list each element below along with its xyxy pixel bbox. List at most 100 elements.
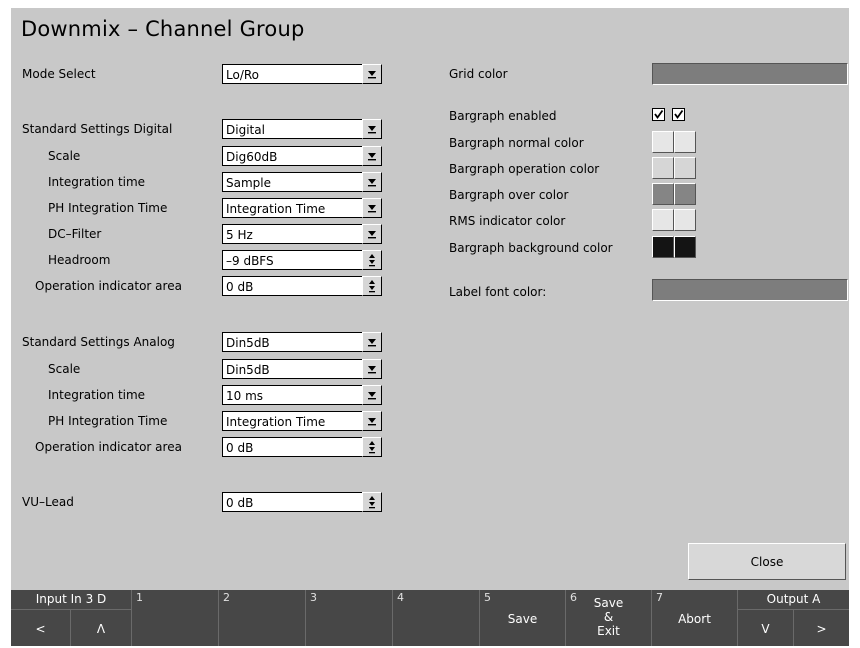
up-arrow-button[interactable]: Λ xyxy=(70,609,131,646)
vu-lead-spinner[interactable]: 0 dB xyxy=(222,492,382,512)
softkey-number: 3 xyxy=(310,591,317,604)
dropdown-arrow-icon[interactable] xyxy=(362,224,382,244)
analog-integration-dropdown[interactable]: 10 ms xyxy=(222,385,382,405)
digital-ph-label: PH Integration Time xyxy=(48,201,168,215)
rms-indicator-label: RMS indicator color xyxy=(449,214,566,228)
analog-ph-dropdown[interactable]: Integration Time xyxy=(222,411,382,431)
softkey-3[interactable]: 3 xyxy=(305,590,392,646)
bargraph-over-swatch-1[interactable] xyxy=(652,183,674,205)
digital-integration-value: Sample xyxy=(226,176,271,190)
digital-integration-label: Integration time xyxy=(48,175,146,189)
bargraph-enabled-checkbox-1[interactable] xyxy=(652,108,665,121)
save-exit-button[interactable]: 6 Save & Exit xyxy=(565,590,651,646)
digital-settings-label: Standard Settings Digital xyxy=(22,122,173,136)
save-exit-label-line3: Exit xyxy=(597,624,620,638)
digital-scale-value: Dig60dB xyxy=(226,150,278,164)
softkey-number: 1 xyxy=(136,591,143,604)
analog-integration-value: 10 ms xyxy=(226,389,264,403)
softkey-bar: Input In 3 D < Λ 1 2 3 4 5 Save 6 Save &… xyxy=(11,590,849,646)
analog-settings-value: Din5dB xyxy=(226,336,270,350)
dropdown-arrow-icon[interactable] xyxy=(362,198,382,218)
dropdown-arrow-icon[interactable] xyxy=(362,64,382,84)
spinner-arrows-icon[interactable] xyxy=(362,437,382,457)
save-exit-label-line2: & xyxy=(603,610,614,624)
bargraph-normal-swatch-1[interactable] xyxy=(652,131,674,153)
digital-opind-label: Operation indicator area xyxy=(35,279,182,293)
vu-lead-label: VU–Lead xyxy=(22,495,74,509)
left-arrow-button[interactable]: < xyxy=(11,609,70,646)
digital-scale-dropdown[interactable]: Dig60dB xyxy=(222,146,382,166)
digital-dc-filter-value: 5 Hz xyxy=(226,228,253,242)
digital-opind-value: 0 dB xyxy=(226,280,254,294)
abort-button[interactable]: 7 Abort xyxy=(651,590,737,646)
save-button[interactable]: 5 Save xyxy=(479,590,565,646)
digital-headroom-label: Headroom xyxy=(48,253,111,267)
softkey-number: 7 xyxy=(656,591,663,604)
page-title: Downmix – Channel Group xyxy=(21,17,305,41)
dropdown-arrow-icon[interactable] xyxy=(362,385,382,405)
bargraph-enabled-checkbox-2[interactable] xyxy=(672,108,685,121)
close-button[interactable]: Close xyxy=(688,543,846,580)
digital-headroom-spinner[interactable]: –9 dBFS xyxy=(222,250,382,270)
bargraph-background-label: Bargraph background color xyxy=(449,241,613,255)
bargraph-normal-swatch-2[interactable] xyxy=(674,131,696,153)
digital-integration-dropdown[interactable]: Sample xyxy=(222,172,382,192)
bargraph-background-swatch-1[interactable] xyxy=(652,236,674,258)
digital-dc-filter-label: DC–Filter xyxy=(48,227,102,241)
abort-label: Abort xyxy=(678,612,711,626)
spinner-arrows-icon[interactable] xyxy=(362,492,382,512)
spinner-arrows-icon[interactable] xyxy=(362,250,382,270)
analog-scale-dropdown[interactable]: Din5dB xyxy=(222,359,382,379)
right-arrow-button[interactable]: > xyxy=(793,609,849,646)
digital-dc-filter-dropdown[interactable]: 5 Hz xyxy=(222,224,382,244)
softkey-number: 2 xyxy=(223,591,230,604)
output-selector-label: Output A xyxy=(737,590,849,609)
softkey-1[interactable]: 1 xyxy=(131,590,218,646)
rms-indicator-swatch-2[interactable] xyxy=(674,209,696,231)
bargraph-over-swatch-2[interactable] xyxy=(674,183,696,205)
rms-indicator-swatch-1[interactable] xyxy=(652,209,674,231)
bargraph-operation-label: Bargraph operation color xyxy=(449,162,600,176)
dropdown-arrow-icon[interactable] xyxy=(362,119,382,139)
dropdown-arrow-icon[interactable] xyxy=(362,332,382,352)
digital-scale-label: Scale xyxy=(48,149,81,163)
mode-select-label: Mode Select xyxy=(22,67,96,81)
softkey-4[interactable]: 4 xyxy=(392,590,479,646)
dropdown-arrow-icon[interactable] xyxy=(362,359,382,379)
digital-settings-value: Digital xyxy=(226,123,265,137)
bargraph-background-swatch-2[interactable] xyxy=(674,236,696,258)
save-label: Save xyxy=(507,612,538,626)
analog-settings-dropdown[interactable]: Din5dB xyxy=(222,332,382,352)
softkey-2[interactable]: 2 xyxy=(218,590,305,646)
input-selector-label: Input In 3 D xyxy=(35,592,107,606)
analog-scale-value: Din5dB xyxy=(226,363,270,377)
analog-opind-label: Operation indicator area xyxy=(35,440,182,454)
mode-select-dropdown[interactable]: Lo/Ro xyxy=(222,64,382,84)
down-arrow-button[interactable]: V xyxy=(737,609,793,646)
digital-settings-dropdown[interactable]: Digital xyxy=(222,119,382,139)
digital-ph-value: Integration Time xyxy=(226,202,326,216)
analog-integration-label: Integration time xyxy=(48,388,146,402)
spinner-arrows-icon[interactable] xyxy=(362,276,382,296)
grid-color-swatch[interactable] xyxy=(652,63,848,85)
bargraph-operation-swatch-2[interactable] xyxy=(674,157,696,179)
checkmark-icon xyxy=(654,109,664,120)
vu-lead-value: 0 dB xyxy=(226,496,254,510)
bargraph-over-label: Bargraph over color xyxy=(449,188,569,202)
analog-ph-label: PH Integration Time xyxy=(48,414,168,428)
dropdown-arrow-icon[interactable] xyxy=(362,411,382,431)
softkey-number: 4 xyxy=(397,591,404,604)
analog-opind-spinner[interactable]: 0 dB xyxy=(222,437,382,457)
bargraph-operation-swatch-1[interactable] xyxy=(652,157,674,179)
label-font-color-swatch[interactable] xyxy=(652,279,848,301)
checkmark-icon xyxy=(674,109,684,120)
analog-opind-value: 0 dB xyxy=(226,441,254,455)
dropdown-arrow-icon[interactable] xyxy=(362,146,382,166)
downmix-dialog: Downmix – Channel Group Mode Select Lo/R… xyxy=(11,8,849,646)
digital-headroom-value: –9 dBFS xyxy=(226,254,274,268)
digital-ph-dropdown[interactable]: Integration Time xyxy=(222,198,382,218)
analog-scale-label: Scale xyxy=(48,362,81,376)
dropdown-arrow-icon[interactable] xyxy=(362,172,382,192)
mode-select-value: Lo/Ro xyxy=(226,68,259,82)
digital-opind-spinner[interactable]: 0 dB xyxy=(222,276,382,296)
